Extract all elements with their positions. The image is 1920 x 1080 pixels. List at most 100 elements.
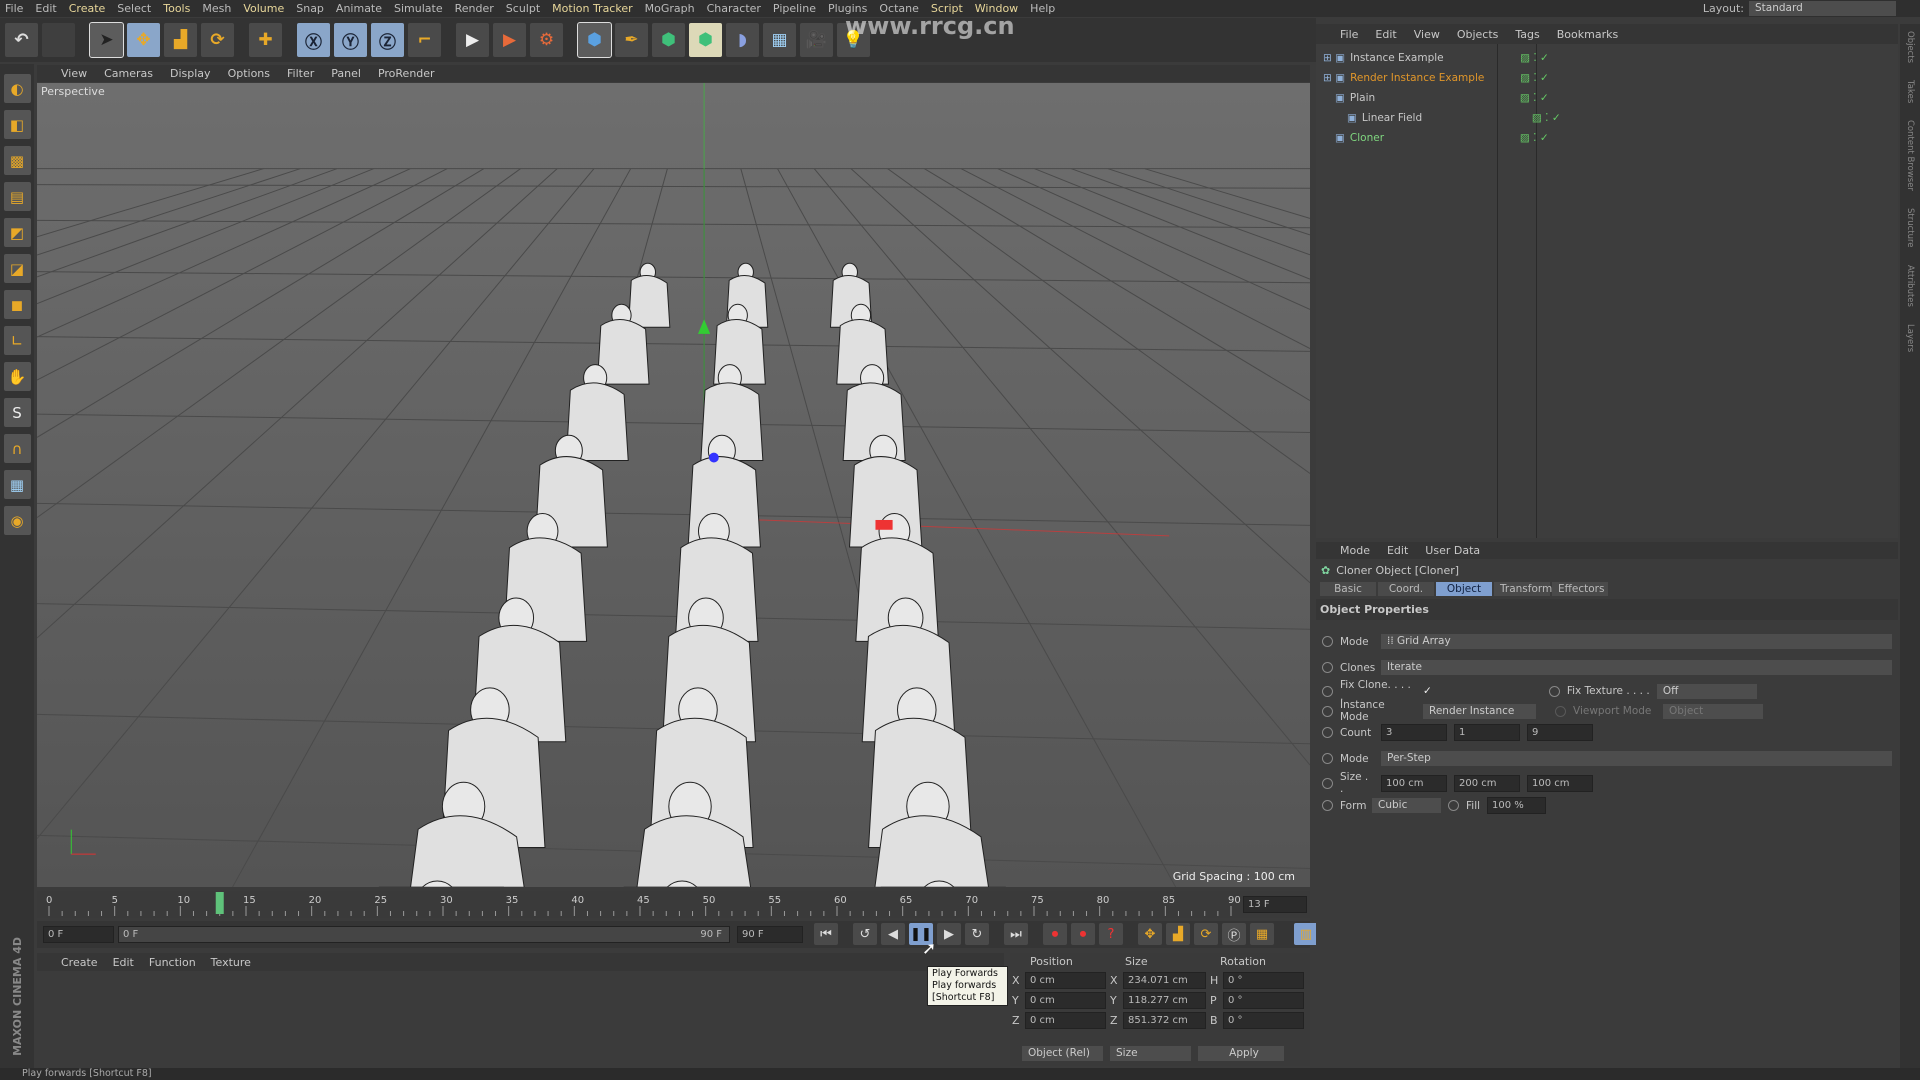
side-tab-structure[interactable]: Structure — [1905, 208, 1915, 248]
viewport-menu-filter[interactable]: Filter — [287, 67, 314, 80]
tab-basic[interactable]: Basic — [1320, 582, 1376, 596]
viewport-menu-cameras[interactable]: Cameras — [104, 67, 153, 80]
go-to-start-icon[interactable]: ⏮ — [814, 923, 838, 945]
coord-size-field[interactable]: 118.277 cm — [1123, 991, 1206, 1009]
menu-pipeline[interactable]: Pipeline — [773, 2, 816, 15]
menu-volume[interactable]: Volume — [243, 2, 284, 15]
key-rotation-icon[interactable]: ⟳ — [1194, 923, 1218, 945]
x-axis-lock-icon[interactable]: Ⓧ — [297, 23, 330, 57]
viewport-menu-view[interactable]: View — [61, 67, 87, 80]
paint-icon[interactable]: ◉ — [3, 506, 31, 535]
previous-frame-icon[interactable]: ◀ — [881, 923, 905, 945]
menu-character[interactable]: Character — [707, 2, 761, 15]
mode-dropdown[interactable]: ⁞⁞ Grid Array — [1381, 634, 1892, 649]
object-menu-bookmarks[interactable]: Bookmarks — [1557, 28, 1618, 41]
go-to-end-icon[interactable]: ⏭ — [1004, 923, 1028, 945]
material-menu-create[interactable]: Create — [61, 956, 98, 969]
layout-dropdown[interactable]: Standard — [1749, 1, 1896, 16]
menu-animate[interactable]: Animate — [336, 2, 382, 15]
coord-rot-field[interactable]: 0 ° — [1223, 971, 1304, 989]
object-row[interactable]: ▣ Cloner ▨ ⁚ ✓ — [1316, 128, 1898, 148]
polygons-mode-icon[interactable]: ◼ — [3, 290, 31, 319]
instance-mode-dropdown[interactable]: Render Instance — [1423, 703, 1536, 719]
render-view-icon[interactable]: ▶ — [456, 23, 489, 57]
menu-help[interactable]: Help — [1030, 2, 1055, 15]
range-slider[interactable]: 0 F 90 F — [118, 926, 730, 943]
move-tool-icon[interactable]: ✥ — [127, 23, 160, 57]
coord-pos-field[interactable]: 0 cm — [1025, 991, 1106, 1009]
menu-mograph[interactable]: MoGraph — [645, 2, 695, 15]
count-z-field[interactable]: 9 — [1527, 724, 1593, 741]
edges-mode-icon[interactable]: ◪ — [3, 254, 31, 283]
fill-field[interactable]: 100 % — [1487, 797, 1547, 814]
clones-dropdown[interactable]: Iterate — [1381, 660, 1892, 675]
points-mode-icon[interactable]: ◩ — [3, 218, 31, 247]
size-x-field[interactable]: 100 cm — [1381, 774, 1447, 792]
subdivision-surface-icon[interactable]: ⬢ — [652, 23, 685, 57]
current-frame-field[interactable]: 13 F — [1243, 896, 1307, 913]
menu-sculpt[interactable]: Sculpt — [506, 2, 540, 15]
camera-icon[interactable]: 🎥 — [800, 23, 833, 57]
menu-select[interactable]: Select — [117, 2, 151, 15]
z-axis-lock-icon[interactable]: Ⓩ — [371, 23, 404, 57]
visibility-toggle[interactable]: ▨ ⁚ ✓ — [1520, 72, 1549, 84]
end-frame-field[interactable]: 90 F — [737, 926, 803, 943]
tab-object[interactable]: Object — [1436, 582, 1492, 596]
cloner-icon[interactable]: ⬢ — [689, 23, 722, 57]
workplane-icon[interactable]: ▤ — [3, 182, 31, 211]
viewport-menu-prorender[interactable]: ProRender — [378, 67, 435, 80]
viewport-menu-display[interactable]: Display — [170, 67, 211, 80]
menu-mesh[interactable]: Mesh — [202, 2, 231, 15]
object-row[interactable]: ⊞ ▣ Instance Example ▨ ⁚ ✓ — [1316, 48, 1898, 68]
coordinate-tool-icon[interactable]: ✚ — [249, 23, 282, 57]
coord-rot-field[interactable]: 0 ° — [1223, 991, 1304, 1009]
coord-size-field[interactable]: 234.071 cm — [1123, 971, 1206, 989]
magnet-icon[interactable]: ∩ — [3, 434, 31, 463]
form-dropdown[interactable]: Cubic — [1372, 798, 1441, 813]
timeline-layout-icon[interactable]: ▥ — [1294, 923, 1318, 945]
tweak-mode-icon[interactable]: ✋ — [3, 362, 31, 391]
timeline-ruler[interactable]: 0 5 10 15 20 25 30 35 40 45 50 55 60 65 70 75 80 85 90 — [37, 891, 1310, 918]
side-tab-objects[interactable]: Objects — [1905, 31, 1915, 63]
cube-icon[interactable]: ⬢ — [577, 22, 612, 58]
coord-rot-field[interactable]: 0 ° — [1223, 1011, 1304, 1029]
menu-create[interactable]: Create — [69, 2, 106, 15]
fix-clone-checkbox[interactable]: ✓ — [1423, 685, 1432, 697]
y-axis-lock-icon[interactable]: Ⓨ — [334, 23, 367, 57]
grid-lock-icon[interactable]: ▦ — [3, 470, 31, 499]
key-parameter-icon[interactable]: Ⓟ — [1222, 923, 1246, 945]
redo-icon[interactable] — [42, 23, 75, 57]
menu-file[interactable]: File — [5, 2, 23, 15]
coord-size-field[interactable]: 851.372 cm — [1123, 1011, 1206, 1029]
viewport-menu-panel[interactable]: Panel — [331, 67, 361, 80]
object-menu-tags[interactable]: Tags — [1515, 28, 1539, 41]
mode2-dropdown[interactable]: Per-Step — [1381, 751, 1892, 766]
menu-snap[interactable]: Snap — [296, 2, 324, 15]
playhead[interactable] — [215, 892, 224, 914]
material-menu-edit[interactable]: Edit — [113, 956, 134, 969]
material-menu-texture[interactable]: Texture — [211, 956, 251, 969]
tab-transform[interactable]: Transform — [1494, 582, 1552, 596]
next-frame-icon[interactable]: ▶ — [937, 923, 961, 945]
model-mode-icon[interactable]: ◧ — [3, 110, 31, 139]
apply-button[interactable]: Apply — [1198, 1046, 1284, 1061]
axis-mode-icon[interactable]: ∟ — [3, 326, 31, 355]
count-x-field[interactable]: 3 — [1381, 724, 1447, 741]
rotate-tool-icon[interactable]: ⟳ — [201, 23, 234, 57]
undo-icon[interactable]: ↶ — [5, 23, 38, 57]
select-tool-icon[interactable]: ➤ — [89, 22, 124, 58]
keyframe-selection-icon[interactable]: ? — [1099, 923, 1123, 945]
start-frame-field[interactable]: 0 F — [43, 926, 114, 943]
snap-icon[interactable]: S — [3, 398, 31, 427]
menu-tools[interactable]: Tools — [163, 2, 190, 15]
coord-pos-field[interactable]: 0 cm — [1025, 971, 1106, 989]
visibility-toggle[interactable]: ▨ ⁚ ✓ — [1520, 132, 1549, 144]
scale-tool-icon[interactable]: ▟ — [164, 23, 197, 57]
texture-mode-icon[interactable]: ▩ — [3, 146, 31, 175]
menu-render[interactable]: Render — [455, 2, 494, 15]
menu-motion-tracker[interactable]: Motion Tracker — [552, 2, 632, 15]
make-editable-icon[interactable]: ◐ — [3, 74, 31, 103]
visibility-toggle[interactable]: ▨ ⁚ ✓ — [1532, 112, 1561, 124]
side-tab-layers[interactable]: Layers — [1905, 324, 1915, 352]
side-tab-content-browser[interactable]: Content Browser — [1905, 120, 1915, 191]
